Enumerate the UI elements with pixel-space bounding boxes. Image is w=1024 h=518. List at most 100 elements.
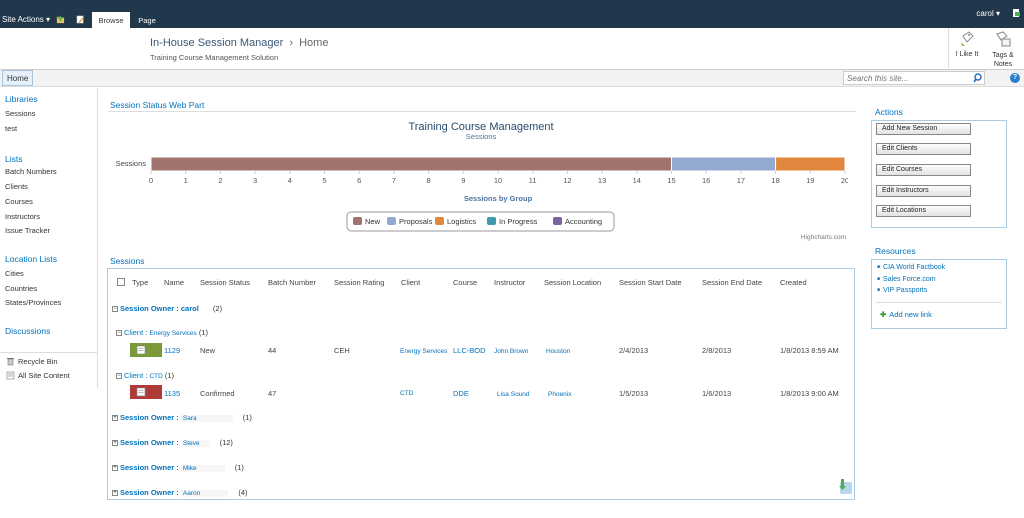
tab-page[interactable]: Page [132, 12, 162, 28]
nav-heading-lists[interactable]: Lists [5, 154, 22, 164]
group-header-session-owner[interactable]: + Session Owner : Steve (12) [112, 438, 233, 447]
column-header-type[interactable]: Type [132, 278, 148, 287]
search-icon[interactable] [973, 73, 982, 83]
column-header-course[interactable]: Course [453, 278, 477, 287]
expand-group-icon[interactable]: + [112, 415, 118, 422]
nav-item-states-provinces[interactable]: States/Provinces [5, 298, 61, 307]
nav-item-all-site-content[interactable]: All Site Content [18, 371, 70, 380]
nav-item-countries[interactable]: Countries [5, 284, 37, 293]
nav-item-recycle-bin[interactable]: Recycle Bin [18, 357, 58, 366]
collapse-group-icon[interactable]: − [112, 306, 118, 313]
nav-item-sessions[interactable]: Sessions [5, 109, 35, 118]
nav-item-cities[interactable]: Cities [5, 269, 24, 278]
nav-heading-location-lists[interactable]: Location Lists [5, 254, 57, 264]
user-menu[interactable]: carol ▾ [976, 9, 1000, 18]
legend-item-logistics[interactable]: Logistics [435, 217, 476, 226]
nav-home-tab[interactable]: Home [2, 70, 34, 86]
session-client-link[interactable]: Energy Services [400, 348, 447, 355]
search-input[interactable] [843, 71, 985, 85]
tab-browse[interactable]: Browse [92, 12, 130, 28]
chart-bar-new[interactable] [150, 156, 672, 172]
session-name-link[interactable]: 1129 [164, 346, 180, 355]
session-type-badge[interactable] [130, 385, 162, 399]
highcharts-credit-link[interactable]: Highcharts.com [801, 234, 846, 241]
subgroup-count: (1) [164, 371, 175, 380]
column-header-instructor[interactable]: Instructor [494, 278, 525, 287]
expand-group-icon[interactable]: + [112, 440, 118, 447]
nav-item-clients[interactable]: Clients [5, 182, 28, 191]
column-header-name[interactable]: Name [164, 278, 184, 287]
expand-group-icon[interactable]: + [112, 465, 118, 472]
site-title-link[interactable]: In-House Session Manager [150, 37, 283, 49]
chart-tick-label: 12 [563, 176, 571, 185]
column-header-session-end-date[interactable]: Session End Date [702, 278, 762, 287]
user-status-icon[interactable] [1011, 8, 1021, 18]
edit-clients-button[interactable]: Edit Clients [876, 143, 971, 155]
help-icon[interactable]: ? [1010, 73, 1020, 83]
site-actions-menu[interactable]: Site Actions ▾ [2, 15, 50, 24]
expand-group-icon[interactable]: + [112, 490, 118, 497]
session-type-badge[interactable] [130, 343, 162, 357]
nav-heading-discussions[interactable]: Discussions [5, 326, 50, 336]
session-instructor-link[interactable]: John Brown [494, 348, 528, 355]
column-header-client[interactable]: Client [401, 278, 420, 287]
nav-item-test[interactable]: test [5, 124, 17, 133]
column-header-session-location[interactable]: Session Location [544, 278, 601, 287]
nav-item-batch-numbers[interactable]: Batch Numbers [5, 167, 57, 176]
group-header-session-owner[interactable]: + Session Owner : Sara (1) [112, 413, 252, 422]
legend-item-new[interactable]: New [353, 217, 381, 226]
column-header-session-rating[interactable]: Session Rating [334, 278, 384, 287]
nav-heading-libraries[interactable]: Libraries [5, 94, 38, 104]
edit-courses-button[interactable]: Edit Courses [876, 164, 971, 176]
edit-locations-button[interactable]: Edit Locations [876, 205, 971, 217]
resource-link[interactable]: ■ Sales Force.com [877, 276, 936, 283]
session-client-link[interactable]: CTD [400, 390, 413, 397]
legend-swatch [435, 217, 444, 225]
add-new-link-button[interactable]: ✚ Add new link [880, 310, 932, 319]
legend-item-proposals[interactable]: Proposals [387, 217, 433, 226]
legend-label: Proposals [399, 217, 433, 226]
group-owner-name: Steve [180, 440, 210, 447]
webpart-title-sessions[interactable]: Sessions [110, 256, 145, 266]
chart-bar-logistics[interactable] [775, 156, 846, 172]
resource-link[interactable]: ■ VIP Passports [877, 287, 927, 294]
column-header-created[interactable]: Created [780, 278, 807, 287]
nav-item-instructors[interactable]: Instructors [5, 212, 40, 221]
legend-item-accounting[interactable]: Accounting [553, 217, 602, 226]
chart-bar-proposals[interactable] [671, 156, 777, 172]
resource-link[interactable]: ■ CIA World Factbook [877, 264, 945, 271]
nav-item-courses[interactable]: Courses [5, 197, 33, 206]
group-header-session-owner[interactable]: − Session Owner : carol (2) [112, 304, 222, 313]
group-count: (1) [242, 413, 252, 422]
subgroup-client-label: Client : [124, 371, 148, 380]
legend-item-in-progress[interactable]: In Progress [487, 217, 538, 226]
add-new-session-button[interactable]: Add New Session [876, 123, 971, 135]
session-location-link[interactable]: Houston [546, 348, 570, 355]
session-location-link[interactable]: Phoenix [548, 391, 572, 398]
session-instructor-link[interactable]: Lisa Sound [497, 391, 530, 398]
group-header-session-owner[interactable]: + Session Owner : Mike (1) [112, 463, 244, 472]
select-all-checkbox[interactable] [117, 278, 125, 286]
edit-page-icon[interactable] [76, 15, 85, 24]
tags-notes-button[interactable]: Tags & Notes [986, 30, 1020, 69]
column-header-session-status[interactable]: Session Status [200, 278, 250, 287]
session-start-date: 2/4/2013 [619, 346, 649, 355]
column-header-batch-number[interactable]: Batch Number [268, 278, 316, 287]
column-header-session-start-date[interactable]: Session Start Date [619, 278, 682, 287]
collapse-subgroup-icon[interactable]: − [116, 373, 122, 380]
webpart-title-session-status[interactable]: Session Status Web Part [110, 100, 204, 110]
subgroup-header-client[interactable]: − Client : CTD (1) [116, 371, 174, 380]
group-header-session-owner[interactable]: + Session Owner : Aaron (4) [112, 488, 248, 497]
nav-item-issue-tracker[interactable]: Issue Tracker [5, 226, 50, 235]
session-course-link[interactable]: DDE [453, 389, 469, 398]
export-download-icon[interactable] [836, 478, 854, 496]
subgroup-header-client[interactable]: − Client : Energy Services (1) [116, 328, 208, 337]
like-it-button[interactable]: I Like It [950, 30, 984, 58]
session-rating: CEH [334, 346, 350, 355]
navigate-up-icon[interactable] [56, 15, 65, 24]
edit-instructors-button[interactable]: Edit Instructors [876, 185, 971, 197]
session-name-link[interactable]: 1135 [164, 389, 180, 398]
session-course-link[interactable]: LLC-BOD [453, 346, 486, 355]
collapse-subgroup-icon[interactable]: − [116, 330, 122, 337]
chart-tick-label: 7 [392, 176, 396, 185]
